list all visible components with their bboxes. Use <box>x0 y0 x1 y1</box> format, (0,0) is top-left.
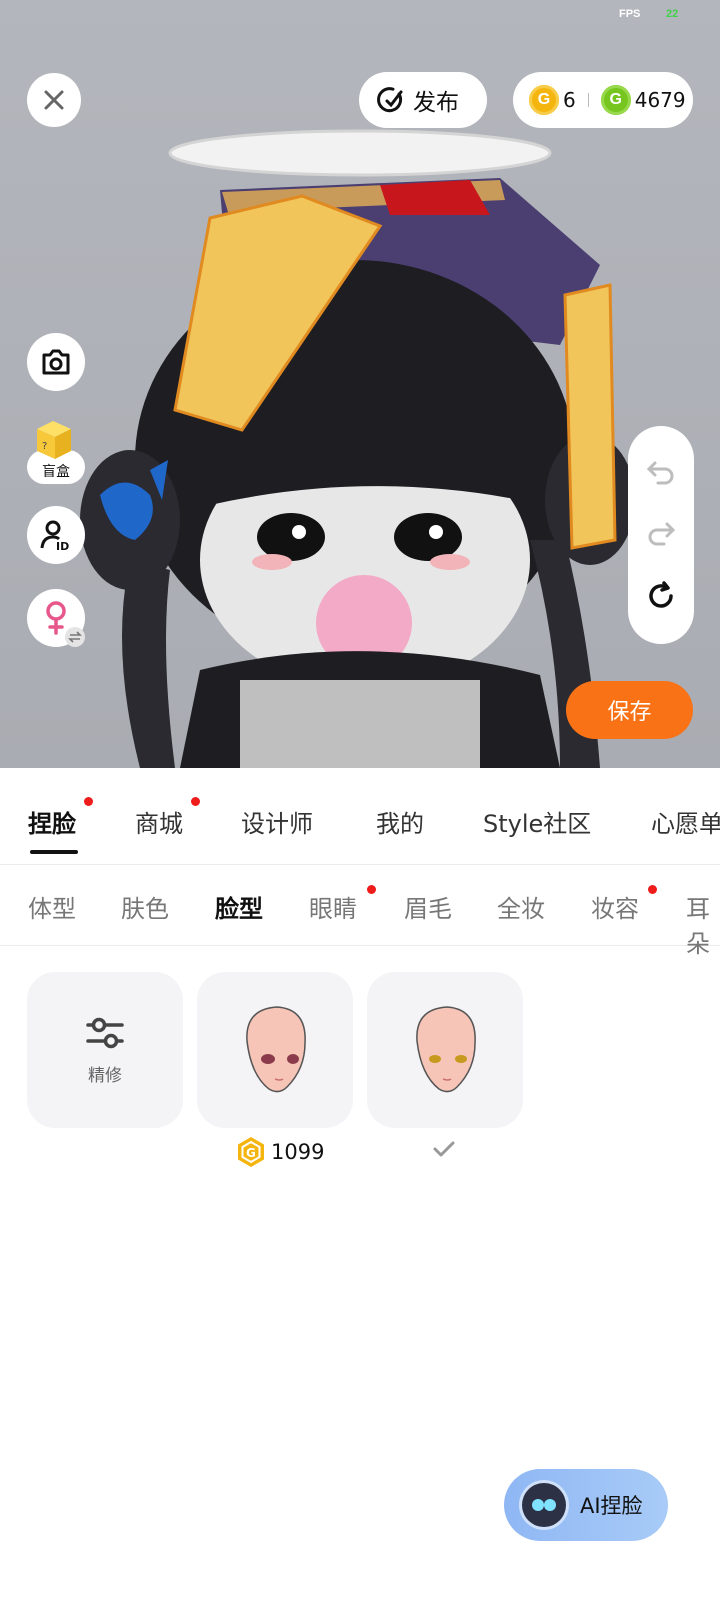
ai-face-button[interactable]: AI捏脸 <box>504 1469 668 1541</box>
fine-tune-label: 精修 <box>88 1065 122 1086</box>
close-icon <box>44 90 64 110</box>
face-shape-item-1[interactable] <box>197 972 353 1128</box>
subtab-ears[interactable]: 耳朵 <box>686 889 720 959</box>
sliders-icon <box>86 1017 124 1048</box>
face-head-icon <box>246 1006 306 1093</box>
publish-button[interactable]: 发布 <box>359 72 487 128</box>
currency-bar[interactable]: G 6 G 4679 <box>513 72 693 128</box>
subtab-face-shape[interactable]: 脸型 <box>215 889 263 924</box>
green-coin-count: 4679 <box>634 88 686 112</box>
main-tab-bar: 捏脸 商城 设计师 我的 Style社区 心愿单 <box>0 768 720 865</box>
blind-box-icon: ? <box>37 421 71 459</box>
notification-dot <box>648 885 657 894</box>
save-button[interactable]: 保存 <box>566 681 693 739</box>
svg-text:?: ? <box>42 441 47 452</box>
item-price-value: 1099 <box>271 1140 325 1164</box>
undo-icon[interactable] <box>646 459 676 485</box>
gender-switch-button[interactable] <box>27 589 85 647</box>
subtab-full-makeup[interactable]: 全妆 <box>497 889 545 924</box>
ai-face-label: AI捏脸 <box>580 1494 643 1518</box>
subtab-eyes[interactable]: 眼睛 <box>309 889 357 924</box>
svg-text:G: G <box>246 1146 256 1160</box>
tab-wishlist[interactable]: 心愿单 <box>651 804 720 839</box>
redo-icon[interactable] <box>646 520 676 546</box>
face-shape-item-2[interactable] <box>367 972 523 1128</box>
camera-button[interactable] <box>27 333 85 391</box>
fine-tune-card[interactable]: 精修 <box>27 972 183 1128</box>
tab-shop[interactable]: 商城 <box>135 804 183 839</box>
svg-text:ID: ID <box>56 540 69 552</box>
swap-icon <box>65 627 85 647</box>
tab-face-sculpt[interactable]: 捏脸 <box>28 804 76 839</box>
item-price: G 1099 <box>235 1136 324 1168</box>
subtab-skin[interactable]: 肤色 <box>121 889 169 924</box>
gold-coin-icon: G <box>529 85 559 115</box>
tab-designer[interactable]: 设计师 <box>241 804 313 839</box>
category-tab-bar: 体型 肤色 脸型 眼睛 眉毛 全妆 妆容 耳朵 <box>0 865 720 958</box>
user-id-icon: ID <box>40 520 69 552</box>
history-panel <box>628 426 694 644</box>
face-head-icon <box>416 1006 476 1093</box>
tab-style-community[interactable]: Style社区 <box>483 804 591 839</box>
notification-dot <box>367 885 376 894</box>
robot-icon <box>522 1483 566 1527</box>
notification-dot <box>191 797 200 806</box>
reset-icon[interactable] <box>646 580 676 611</box>
fps-label: FPS <box>619 8 641 20</box>
avatar-id-button[interactable]: ID <box>27 506 85 564</box>
camera-icon <box>42 349 70 375</box>
green-coin-icon: G <box>600 85 631 115</box>
subtab-body[interactable]: 体型 <box>28 889 76 924</box>
blind-box-label: 盲盒 <box>42 464 70 480</box>
subtab-makeup[interactable]: 妆容 <box>591 889 639 924</box>
gold-coin-icon: G <box>238 1137 264 1167</box>
publish-label: 发布 <box>413 90 459 116</box>
tab-mine[interactable]: 我的 <box>376 804 424 839</box>
fps-value: 22 <box>666 8 679 20</box>
avatar-viewport[interactable]: FPS 22 发布 G 6 G 4679 盲盒 ? ID 保存 <box>0 0 720 768</box>
currency-divider <box>587 93 589 107</box>
selected-check-icon <box>433 1141 455 1157</box>
subtab-eyebrows[interactable]: 眉毛 <box>404 889 452 924</box>
publish-icon <box>377 87 403 113</box>
notification-dot <box>84 797 93 806</box>
active-tab-indicator <box>30 850 78 854</box>
gold-coin-count: 6 <box>563 88 576 112</box>
close-button[interactable] <box>27 73 81 127</box>
